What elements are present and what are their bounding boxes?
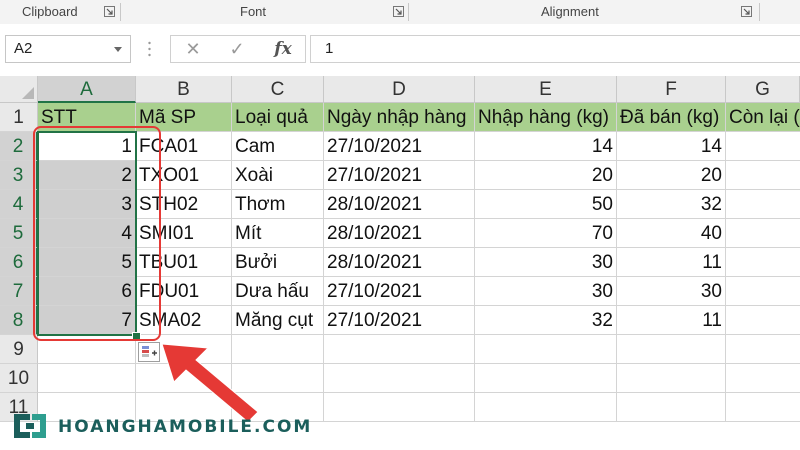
header-cell-loai-qua[interactable]: Loại quả <box>232 103 324 132</box>
chevron-down-icon[interactable] <box>114 47 122 52</box>
cell-ngay-nhap[interactable]: 28/10/2021 <box>324 190 475 219</box>
cell-ngay-nhap[interactable]: 27/10/2021 <box>324 277 475 306</box>
watermark: HOANGHAMOBILE.COM <box>10 408 310 444</box>
cell-ngay-nhap[interactable]: 28/10/2021 <box>324 248 475 277</box>
cell-nhap-hang[interactable]: 20 <box>475 161 617 190</box>
ribbon-group-clipboard: Clipboard <box>0 0 120 24</box>
name-box[interactable]: A2 <box>5 35 131 63</box>
hoanghamobile-logo-icon <box>14 414 46 438</box>
formula-input[interactable]: 1 <box>310 35 800 63</box>
ribbon-group-label: Clipboard <box>22 4 78 19</box>
empty-cell[interactable] <box>726 364 800 393</box>
annotation-highlight-box <box>33 126 161 341</box>
cell-loai-qua[interactable]: Dưa hấu <box>232 277 324 306</box>
header-cell-da-ban[interactable]: Đã bán (kg) <box>617 103 726 132</box>
dialog-launcher-icon[interactable] <box>393 6 404 17</box>
cell-da-ban[interactable]: 40 <box>617 219 726 248</box>
empty-cell[interactable] <box>617 335 726 364</box>
empty-cell[interactable] <box>726 393 800 422</box>
row-header[interactable]: 9 <box>0 335 38 364</box>
ribbon-group-label: Alignment <box>541 4 599 19</box>
cell-da-ban[interactable]: 20 <box>617 161 726 190</box>
cell-da-ban[interactable]: 32 <box>617 190 726 219</box>
cell-loai-qua[interactable]: Bưởi <box>232 248 324 277</box>
cell-con-lai[interactable] <box>726 190 800 219</box>
ribbon-group-label: Font <box>240 4 267 19</box>
ribbon-group-font: Font <box>121 0 408 24</box>
cancel-icon[interactable]: ✕ <box>175 36 211 62</box>
cell-loai-qua[interactable]: Măng cụt <box>232 306 324 335</box>
cell-da-ban[interactable]: 11 <box>617 248 726 277</box>
empty-cell[interactable] <box>324 364 475 393</box>
cell-loai-qua[interactable]: Cam <box>232 132 324 161</box>
cell-nhap-hang[interactable]: 30 <box>475 277 617 306</box>
cell-loai-qua[interactable]: Xoài <box>232 161 324 190</box>
column-header-d[interactable]: D <box>324 76 475 103</box>
cell-ngay-nhap[interactable]: 28/10/2021 <box>324 219 475 248</box>
ribbon-group-labels: Clipboard Font Alignment <box>0 0 800 25</box>
row-header[interactable]: 1 <box>0 103 38 132</box>
column-header-b[interactable]: B <box>136 76 232 103</box>
worksheet-grid: A B C D E F G 1 2 3 4 5 6 7 8 9 10 11 ST… <box>0 76 800 450</box>
cell-nhap-hang[interactable]: 30 <box>475 248 617 277</box>
cell-ngay-nhap[interactable]: 27/10/2021 <box>324 132 475 161</box>
empty-cell[interactable] <box>38 364 136 393</box>
cell-loai-qua[interactable]: Mít <box>232 219 324 248</box>
column-header-c[interactable]: C <box>232 76 324 103</box>
empty-cell[interactable] <box>475 393 617 422</box>
column-header-f[interactable]: F <box>617 76 726 103</box>
ribbon-group-alignment: Alignment <box>409 0 759 24</box>
column-header-a[interactable]: A <box>38 76 136 103</box>
annotation-arrow-icon <box>161 343 259 423</box>
cell-da-ban[interactable]: 11 <box>617 306 726 335</box>
cell-nhap-hang[interactable]: 32 <box>475 306 617 335</box>
formula-value: 1 <box>325 40 334 57</box>
header-cell-con-lai[interactable]: Còn lại (kg) <box>726 103 800 132</box>
insert-function-icon[interactable]: fx <box>265 36 301 62</box>
cell-con-lai[interactable] <box>726 306 800 335</box>
cell-con-lai[interactable] <box>726 248 800 277</box>
select-all-button[interactable] <box>0 76 38 103</box>
ribbon-separator <box>759 3 760 21</box>
cell-con-lai[interactable] <box>726 277 800 306</box>
empty-cell[interactable] <box>617 393 726 422</box>
column-header-e[interactable]: E <box>475 76 617 103</box>
cell-nhap-hang[interactable]: 50 <box>475 190 617 219</box>
select-all-icon <box>22 87 34 99</box>
dialog-launcher-icon[interactable] <box>741 6 752 17</box>
cell-con-lai[interactable] <box>726 132 800 161</box>
drag-handle-icon[interactable] <box>148 41 151 57</box>
empty-cell[interactable] <box>324 393 475 422</box>
header-cell-nhap-hang[interactable]: Nhập hàng (kg) <box>475 103 617 132</box>
empty-cell[interactable] <box>475 335 617 364</box>
cell-ngay-nhap[interactable]: 27/10/2021 <box>324 306 475 335</box>
empty-cell[interactable] <box>617 364 726 393</box>
formula-buttons: ✕ ✓ fx <box>170 35 306 63</box>
cell-loai-qua[interactable]: Thơm <box>232 190 324 219</box>
header-cell-ngay-nhap[interactable]: Ngày nhập hàng <box>324 103 475 132</box>
cell-nhap-hang[interactable]: 70 <box>475 219 617 248</box>
empty-cell[interactable] <box>324 335 475 364</box>
enter-icon[interactable]: ✓ <box>219 36 255 62</box>
row-header[interactable]: 10 <box>0 364 38 393</box>
cell-nhap-hang[interactable]: 14 <box>475 132 617 161</box>
formula-bar: A2 ✕ ✓ fx 1 <box>0 24 800 77</box>
empty-cell[interactable] <box>726 335 800 364</box>
cell-ngay-nhap[interactable]: 27/10/2021 <box>324 161 475 190</box>
name-box-value: A2 <box>14 40 33 57</box>
cell-con-lai[interactable] <box>726 219 800 248</box>
column-header-g[interactable]: G <box>726 76 800 103</box>
dialog-launcher-icon[interactable] <box>104 6 115 17</box>
empty-cell[interactable] <box>475 364 617 393</box>
cell-con-lai[interactable] <box>726 161 800 190</box>
cell-da-ban[interactable]: 14 <box>617 132 726 161</box>
watermark-text: HOANGHAMOBILE.COM <box>58 417 313 437</box>
cell-da-ban[interactable]: 30 <box>617 277 726 306</box>
